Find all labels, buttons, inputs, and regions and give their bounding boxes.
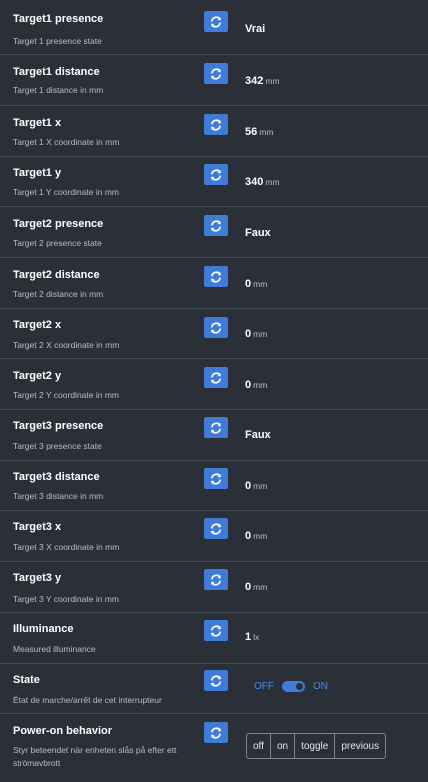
row-value: Vrai (245, 23, 266, 35)
row-description: Target 3 presence state (13, 441, 102, 451)
refresh-icon (210, 271, 222, 283)
refresh-button[interactable] (204, 164, 228, 185)
row-description: Target 1 X coordinate in mm (13, 137, 120, 147)
row-target2-distance: Target2 distance Target 2 distance in mm… (0, 258, 428, 309)
row-value: 342 mm (245, 75, 280, 87)
refresh-button[interactable] (204, 317, 228, 338)
row-state: State État de marche/arrêt de cet interr… (0, 664, 428, 714)
row-title: Target2 presence (13, 218, 104, 230)
row-target3-x: Target3 x Target 3 X coordinate in mm 0m… (0, 511, 428, 562)
toggle-knob (296, 683, 303, 690)
row-target1-presence: Target1 presence Target 1 presence state… (0, 0, 428, 55)
refresh-button[interactable] (204, 215, 228, 236)
refresh-icon (210, 16, 222, 28)
row-description: Target 2 X coordinate in mm (13, 340, 120, 350)
row-description: Target 1 Y coordinate in mm (13, 187, 119, 197)
refresh-icon (210, 68, 222, 80)
row-title: Target3 distance (13, 471, 100, 483)
row-title: Target1 distance (13, 66, 100, 78)
row-title: Target1 y (13, 167, 62, 179)
row-description: Measured illuminance (13, 644, 96, 654)
row-title: Target2 x (13, 319, 62, 331)
refresh-icon (210, 220, 222, 232)
row-description: Target 1 presence state (13, 36, 102, 46)
row-target1-x: Target1 x Target 1 X coordinate in mm 56… (0, 106, 428, 157)
refresh-icon (210, 625, 222, 637)
row-description: Styr beteendet när enheten slås på efter… (13, 745, 177, 768)
row-value: 1 lx (245, 631, 260, 643)
state-off-label[interactable]: OFF (254, 681, 274, 692)
row-value: 56 mm (245, 126, 274, 138)
row-value: 0 mm (245, 530, 268, 542)
row-description: Target 3 distance in mm (13, 491, 104, 501)
row-target3-distance: Target3 distance Target 3 distance in mm… (0, 461, 428, 511)
refresh-icon (210, 119, 222, 131)
row-description: État de marche/arrêt de cet interrupteur (13, 695, 162, 705)
state-toggle-group: OFF ON (254, 681, 328, 692)
row-value: 0 mm (245, 278, 268, 290)
option-on[interactable]: on (269, 734, 294, 758)
refresh-button[interactable] (204, 468, 228, 489)
row-target2-y: Target2 y Target 2 Y coordinate in mm 0m… (0, 359, 428, 410)
row-target1-distance: Target1 distance Target 1 distance in mm… (0, 55, 428, 106)
refresh-icon (210, 372, 222, 384)
row-value: 0 mm (245, 581, 268, 593)
row-description: Target 2 Y coordinate in mm (13, 390, 119, 400)
refresh-icon (210, 322, 222, 334)
option-off[interactable]: off (247, 734, 270, 758)
refresh-button[interactable] (204, 367, 228, 388)
row-title: Target2 y (13, 370, 62, 382)
refresh-icon (210, 574, 222, 586)
refresh-icon (210, 169, 222, 181)
row-description: Target 1 distance in mm (13, 85, 104, 95)
refresh-button[interactable] (204, 266, 228, 287)
row-title: Target3 presence (13, 420, 104, 432)
row-target3-presence: Target3 presence Target 3 presence state… (0, 410, 428, 461)
state-on-label[interactable]: ON (313, 681, 328, 692)
row-power-on-behavior: Power-on behavior Styr beteendet när enh… (0, 714, 428, 782)
option-toggle[interactable]: toggle (294, 734, 334, 758)
row-title: Target2 distance (13, 269, 100, 281)
state-toggle-switch[interactable] (282, 681, 305, 692)
refresh-button[interactable] (204, 11, 228, 32)
refresh-button[interactable] (204, 417, 228, 438)
refresh-icon (210, 727, 222, 739)
row-title: Target1 x (13, 117, 62, 129)
row-target1-y: Target1 y Target 1 Y coordinate in mm 34… (0, 157, 428, 207)
row-value: Faux (245, 227, 271, 239)
refresh-button[interactable] (204, 63, 228, 84)
row-description: Target 3 X coordinate in mm (13, 542, 120, 552)
row-title: Target1 presence (13, 13, 104, 25)
row-value: Faux (245, 429, 271, 441)
refresh-icon (210, 675, 222, 687)
row-title: Power-on behavior (13, 725, 113, 737)
refresh-button[interactable] (204, 569, 228, 590)
row-title: Illuminance (13, 623, 74, 635)
row-value: 0 mm (245, 328, 268, 340)
refresh-icon (210, 473, 222, 485)
option-previous[interactable]: previous (334, 734, 385, 758)
refresh-icon (210, 523, 222, 535)
row-target2-x: Target2 x Target 2 X coordinate in mm 0m… (0, 309, 428, 359)
row-description: Target 3 Y coordinate in mm (13, 594, 119, 604)
refresh-icon (210, 422, 222, 434)
row-value: 0 mm (245, 379, 268, 391)
refresh-button[interactable] (204, 620, 228, 641)
row-value: 0 mm (245, 480, 268, 492)
refresh-button[interactable] (204, 722, 228, 743)
row-title: Target3 x (13, 521, 62, 533)
row-description: Target 2 presence state (13, 238, 102, 248)
row-target3-y: Target3 y Target 3 Y coordinate in mm 0m… (0, 562, 428, 613)
refresh-button[interactable] (204, 670, 228, 691)
power-on-options: off on toggle previous (246, 733, 387, 759)
row-target2-presence: Target2 presence Target 2 presence state… (0, 207, 428, 258)
row-title: State (13, 674, 40, 686)
row-description: Target 2 distance in mm (13, 289, 104, 299)
row-illuminance: Illuminance Measured illuminance 1 lx (0, 613, 428, 664)
row-title: Target3 y (13, 572, 62, 584)
refresh-button[interactable] (204, 114, 228, 135)
row-value: 340 mm (245, 176, 280, 188)
refresh-button[interactable] (204, 518, 228, 539)
